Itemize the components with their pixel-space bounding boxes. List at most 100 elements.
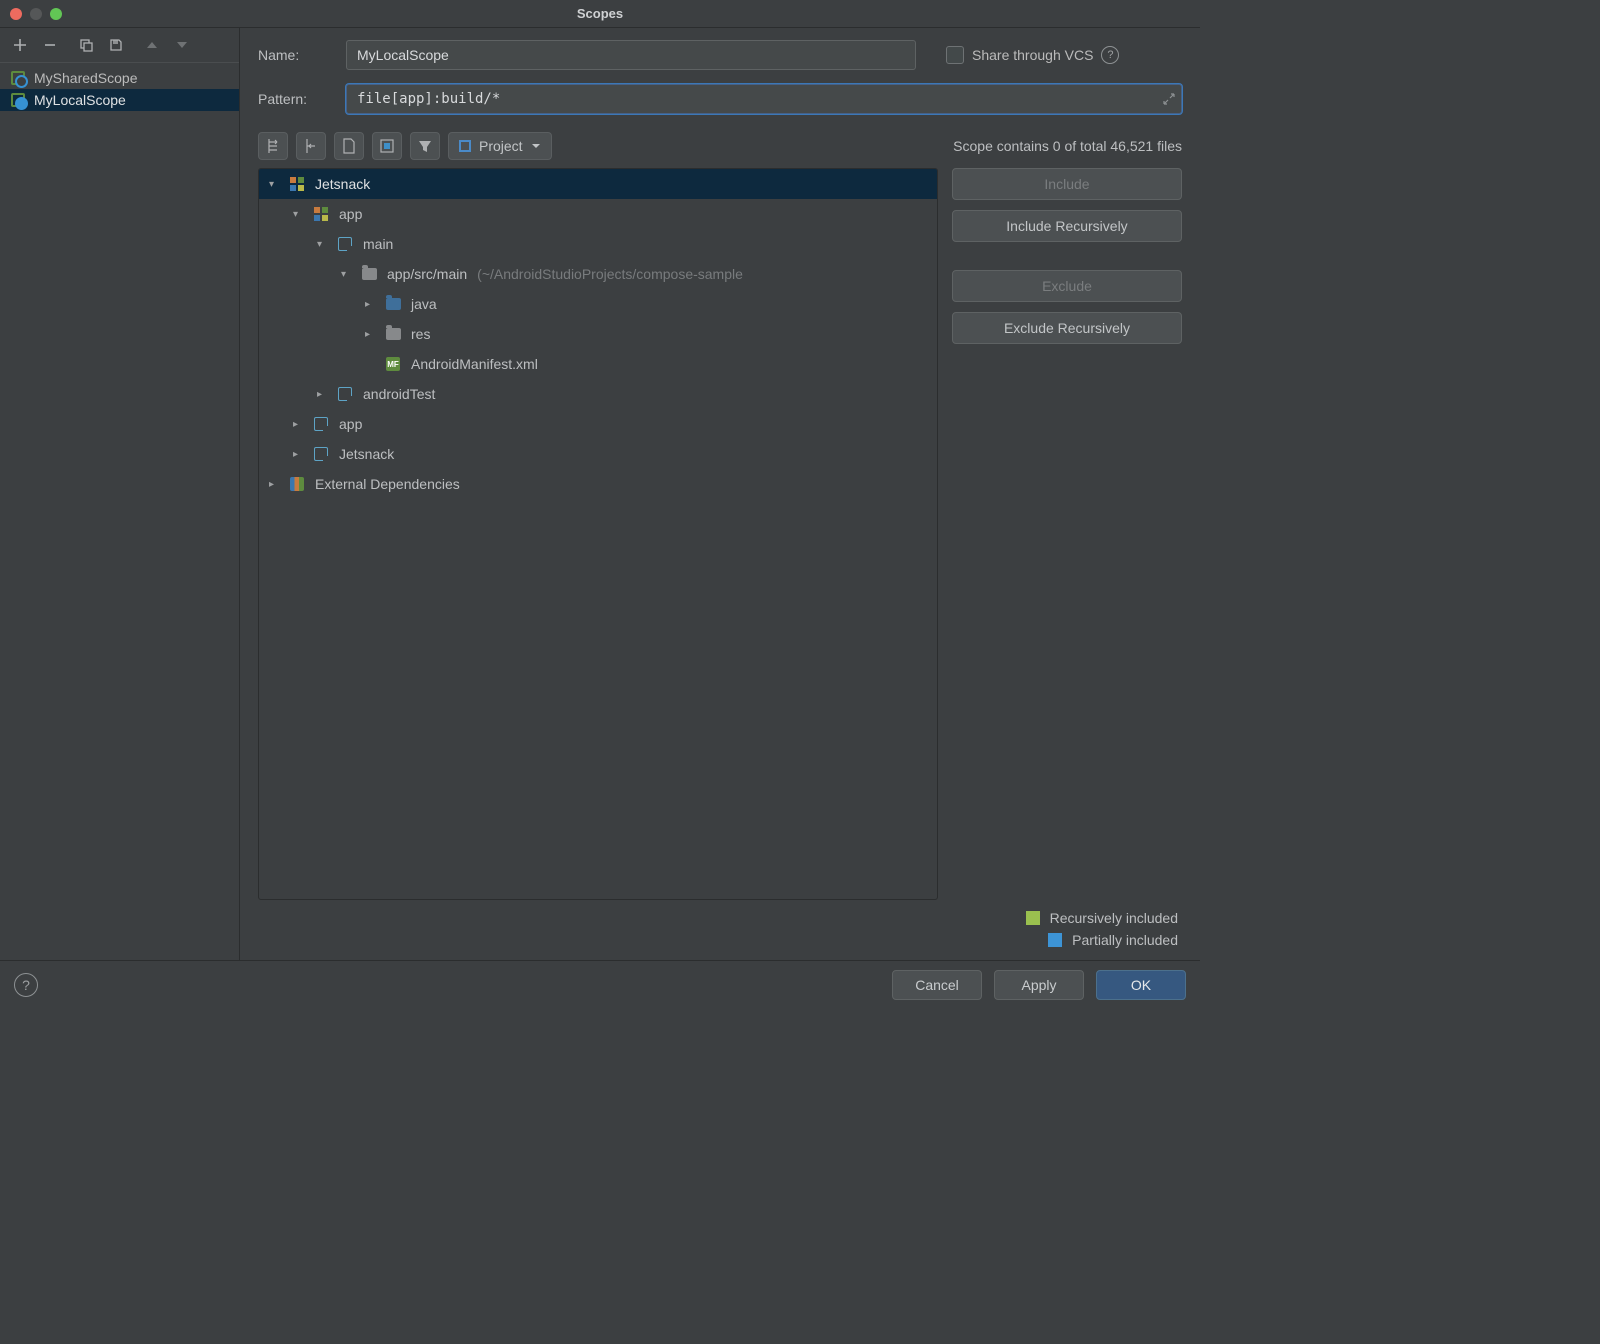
chevron-right-icon[interactable]: ▸ <box>365 329 379 340</box>
tree-node-app2[interactable]: ▸ app <box>259 409 937 439</box>
main-panel: Name: Share through VCS ? Pattern: file[… <box>240 28 1200 960</box>
pattern-label: Pattern: <box>258 91 330 107</box>
footer: ? Cancel Apply OK <box>0 960 1200 1008</box>
chevron-right-icon[interactable]: ▸ <box>269 479 283 490</box>
tree-label: main <box>363 236 393 252</box>
window-title: Scopes <box>577 6 623 21</box>
include-button[interactable]: Include <box>952 168 1182 200</box>
source-set-icon <box>338 237 352 251</box>
scope-status-text: Scope contains 0 of total 46,521 files <box>953 138 1182 154</box>
tree-node-external-deps[interactable]: ▸ External Dependencies <box>259 469 937 499</box>
legend-label-recursive: Recursively included <box>1050 910 1178 926</box>
tree-label: app/src/main <box>387 266 467 282</box>
traffic-lights <box>10 8 62 20</box>
name-label: Name: <box>258 47 330 63</box>
tree-node-app[interactable]: ▾ app <box>259 199 937 229</box>
manifest-file-icon: MF <box>386 357 400 371</box>
legend-label-partial: Partially included <box>1072 932 1178 948</box>
tree-node-jetsnack2[interactable]: ▸ Jetsnack <box>259 439 937 469</box>
scope-item-label: MyLocalScope <box>34 92 126 108</box>
chevron-down-icon[interactable]: ▾ <box>341 269 355 280</box>
tree-node-src-main[interactable]: ▾ app/src/main (~/AndroidStudioProjects/… <box>259 259 937 289</box>
tree-node-res[interactable]: ▸ res <box>259 319 937 349</box>
exclude-button[interactable]: Exclude <box>952 270 1182 302</box>
tree-label: app <box>339 416 362 432</box>
scope-local-icon <box>10 92 26 108</box>
scope-item-shared[interactable]: MySharedScope <box>0 67 239 89</box>
tree-label: AndroidManifest.xml <box>411 356 538 372</box>
scope-item-local[interactable]: MyLocalScope <box>0 89 239 111</box>
scope-list: MySharedScope MyLocalScope <box>0 63 239 115</box>
project-icon <box>290 177 304 191</box>
include-exclude-buttons: Include Include Recursively Exclude Excl… <box>952 168 1182 900</box>
chevron-right-icon[interactable]: ▸ <box>317 389 331 400</box>
tree-node-java[interactable]: ▸ java <box>259 289 937 319</box>
apply-button[interactable]: Apply <box>994 970 1084 1000</box>
tree-node-manifest[interactable]: ▸ MF AndroidManifest.xml <box>259 349 937 379</box>
view-mode-label: Project <box>479 138 523 154</box>
share-vcs-label: Share through VCS <box>972 47 1093 63</box>
tree-label: app <box>339 206 362 222</box>
share-vcs-checkbox[interactable] <box>946 46 964 64</box>
project-icon <box>459 140 471 152</box>
chevron-right-icon[interactable]: ▸ <box>365 299 379 310</box>
exclude-recursively-button[interactable]: Exclude Recursively <box>952 312 1182 344</box>
chevron-down-icon[interactable]: ▾ <box>317 239 331 250</box>
scope-item-label: MySharedScope <box>34 70 138 86</box>
filter-button[interactable] <box>410 132 440 160</box>
tree-label: res <box>411 326 430 342</box>
pattern-input[interactable]: file[app]:build/* <box>346 84 1182 114</box>
tree-label: Jetsnack <box>315 176 370 192</box>
expand-editor-icon[interactable] <box>1163 93 1175 105</box>
file-tree[interactable]: ▾ Jetsnack ▾ app ▾ main ▾ app/sr <box>258 168 938 900</box>
tree-node-main[interactable]: ▾ main <box>259 229 937 259</box>
cancel-button[interactable]: Cancel <box>892 970 982 1000</box>
scope-shared-icon <box>10 70 26 86</box>
tree-label: java <box>411 296 437 312</box>
ok-button[interactable]: OK <box>1096 970 1186 1000</box>
minimize-window-button[interactable] <box>30 8 42 20</box>
save-scope-button[interactable] <box>104 33 128 57</box>
chevron-down-icon[interactable]: ▾ <box>293 209 307 220</box>
module-icon <box>314 417 328 431</box>
legend: Recursively included Partially included <box>258 910 1182 948</box>
chevron-right-icon[interactable]: ▸ <box>293 449 307 460</box>
pattern-value: file[app]:build/* <box>357 91 1151 107</box>
show-included-only-button[interactable] <box>372 132 402 160</box>
name-input[interactable] <box>346 40 916 70</box>
tree-node-jetsnack[interactable]: ▾ Jetsnack <box>259 169 937 199</box>
titlebar: Scopes <box>0 0 1200 28</box>
scopes-sidebar: MySharedScope MyLocalScope <box>0 28 240 960</box>
library-icon <box>290 477 304 491</box>
collapse-tree-button[interactable] <box>296 132 326 160</box>
zoom-window-button[interactable] <box>50 8 62 20</box>
folder-icon <box>386 328 401 340</box>
folder-icon <box>362 268 377 280</box>
tree-path-hint: (~/AndroidStudioProjects/compose-sample <box>477 266 743 282</box>
tree-node-android-test[interactable]: ▸ androidTest <box>259 379 937 409</box>
folder-icon <box>386 298 401 310</box>
move-up-button[interactable] <box>140 33 164 57</box>
view-mode-dropdown[interactable]: Project <box>448 132 552 160</box>
chevron-down-icon[interactable]: ▾ <box>269 179 283 190</box>
tree-label: Jetsnack <box>339 446 394 462</box>
show-files-button[interactable] <box>334 132 364 160</box>
source-set-icon <box>338 387 352 401</box>
remove-scope-button[interactable] <box>38 33 62 57</box>
close-window-button[interactable] <box>10 8 22 20</box>
legend-swatch-partial <box>1048 933 1062 947</box>
chevron-right-icon[interactable]: ▸ <box>293 419 307 430</box>
add-scope-button[interactable] <box>8 33 32 57</box>
tree-label: External Dependencies <box>315 476 460 492</box>
expand-tree-button[interactable] <box>258 132 288 160</box>
chevron-down-icon <box>531 141 541 151</box>
move-down-button[interactable] <box>170 33 194 57</box>
include-recursively-button[interactable]: Include Recursively <box>952 210 1182 242</box>
sidebar-toolbar <box>0 28 239 63</box>
tree-label: androidTest <box>363 386 435 402</box>
help-button[interactable]: ? <box>14 973 38 997</box>
copy-scope-button[interactable] <box>74 33 98 57</box>
module-icon <box>314 447 328 461</box>
share-vcs-help-icon[interactable]: ? <box>1101 46 1119 64</box>
legend-swatch-recursive <box>1026 911 1040 925</box>
